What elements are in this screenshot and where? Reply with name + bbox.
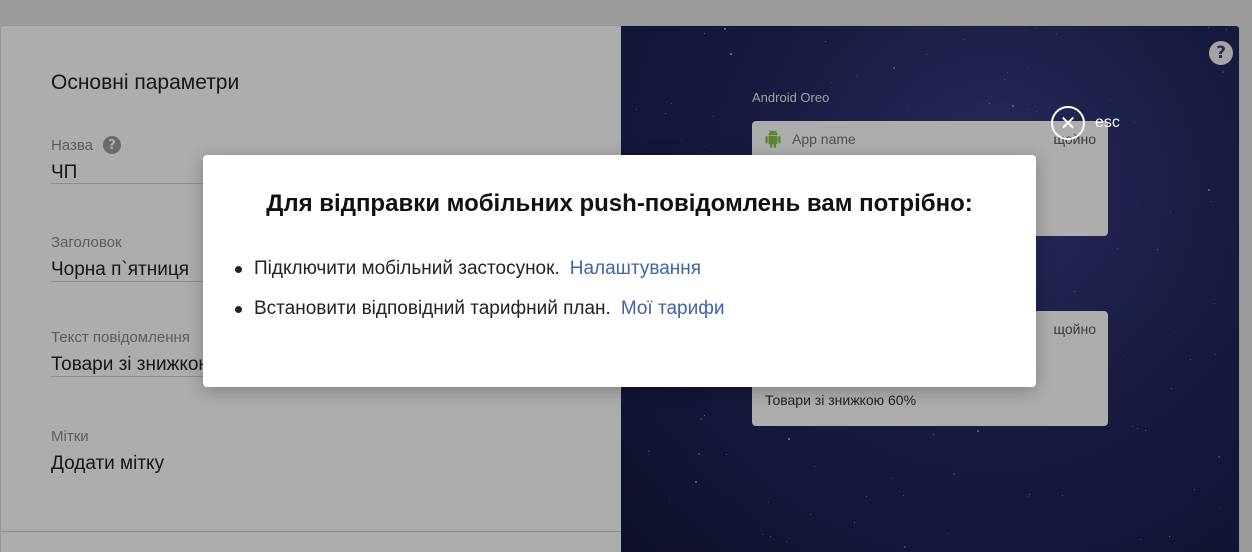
list-item: Підключити мобільний застосунок. Налашту… [235,258,724,280]
esc-label: esc [1095,114,1120,131]
my-plans-link[interactable]: Мої тарифи [621,298,725,320]
bullet-icon [235,305,242,313]
bullet-icon [235,265,242,273]
list-item: Встановити відповідний тарифний план. Мо… [235,298,724,320]
close-icon[interactable]: ✕ [1051,106,1085,140]
requirement-text: Встановити відповідний тарифний план. [254,298,611,319]
modal-title: Для відправки мобільних push-повідомлень… [266,190,973,217]
requirement-text: Підключити мобільний застосунок. [254,258,560,279]
push-requirements-modal: Для відправки мобільних push-повідомлень… [203,155,1036,387]
settings-link[interactable]: Налаштування [570,258,701,280]
requirements-list: Підключити мобільний застосунок. Налашту… [235,258,724,338]
